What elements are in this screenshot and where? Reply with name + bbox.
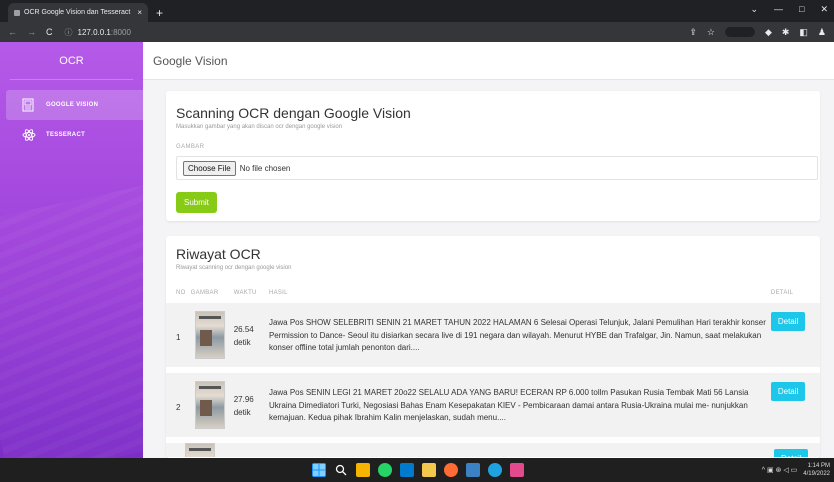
side-panel-icon[interactable]: ◧ xyxy=(799,27,808,38)
tab-search-icon[interactable]: ⌄ xyxy=(750,4,758,15)
row-detail-cell: Detail xyxy=(770,311,810,331)
forward-arrow-icon[interactable]: → xyxy=(27,27,36,37)
maximize-button[interactable]: □ xyxy=(799,4,804,15)
favicon-icon xyxy=(14,9,20,16)
pink-app-icon[interactable] xyxy=(510,463,524,477)
extension-icon[interactable]: ◆ xyxy=(765,27,772,38)
row-detail-cell: Detail xyxy=(770,381,810,401)
row-time: 26.54 detik xyxy=(234,311,269,349)
sidebar-item-tesseract[interactable]: TESSERACT xyxy=(0,120,143,150)
column-header: WAKTU xyxy=(233,290,257,296)
address-toolbar: ← → C ⓘ 127.0.0.1:8000 ⇪ ☆ ◆ ✱ ◧ ♟ xyxy=(0,22,834,42)
whatsapp-icon[interactable] xyxy=(378,463,392,477)
file-status: No file chosen xyxy=(239,163,291,173)
detail-button[interactable]: Detail xyxy=(774,449,809,457)
submit-button[interactable]: Submit xyxy=(176,192,217,213)
page-title: Google Vision xyxy=(153,53,228,68)
clock[interactable]: 1:14 PM 4/19/2022 xyxy=(803,462,830,478)
taskbar-apps xyxy=(312,463,524,477)
row-detail-cell: Detail xyxy=(774,443,814,457)
row-thumbnail-cell xyxy=(191,311,234,359)
image-icon xyxy=(22,98,36,112)
table-header: NO GAMBAR WAKTU HASIL DETAIL xyxy=(176,287,810,299)
history-card: Riwayat OCR Riwayat scanning ocr dengan … xyxy=(166,236,820,458)
edge-icon[interactable] xyxy=(488,463,502,477)
sidebar: OCR GOOGLE VISION TESSERACT xyxy=(0,42,143,458)
profile-chip[interactable] xyxy=(724,27,755,37)
choose-file-button[interactable]: Choose File xyxy=(183,160,236,176)
url-field[interactable]: ⓘ 127.0.0.1:8000 xyxy=(65,27,131,38)
account-icon[interactable]: ♟ xyxy=(818,27,826,38)
system-tray: ^ ▣ ⊛ ◁ ▭ 1:14 PM 4/19/2022 xyxy=(762,462,830,478)
tab-close-icon[interactable]: × xyxy=(137,8,142,17)
new-tab-button[interactable]: + xyxy=(156,3,163,22)
browser-actions: ⇪ ☆ ◆ ✱ ◧ ♟ xyxy=(689,27,826,38)
sidebar-item-label: TESSERACT xyxy=(46,132,86,138)
search-icon[interactable] xyxy=(334,463,348,477)
row-thumbnail-cell xyxy=(181,443,225,457)
newspaper-thumbnail[interactable] xyxy=(185,443,215,457)
file-explorer-icon[interactable] xyxy=(422,463,436,477)
window-controls: ⌄ — □ ✕ xyxy=(750,4,828,15)
detail-button[interactable]: Detail xyxy=(770,312,806,331)
browser-tab-strip: OCR Google Vision dan Tesseract × + ⌄ — … xyxy=(0,0,834,22)
url-port: :8000 xyxy=(110,27,131,37)
row-time: 27.96 detik xyxy=(234,381,269,419)
window-close-button[interactable]: ✕ xyxy=(820,4,828,15)
sidebar-item-label: GOOGLE VISION xyxy=(46,102,99,108)
sidebar-nav: GOOGLE VISION TESSERACT xyxy=(0,90,143,150)
time-unit: detik xyxy=(233,338,251,347)
vscode-icon[interactable] xyxy=(400,463,414,477)
row-result: Jawa Pos SHOW SELEBRITI SENIN 21 MARET T… xyxy=(268,318,766,352)
windows-start-icon[interactable] xyxy=(312,463,326,477)
reload-icon[interactable]: C xyxy=(46,27,53,37)
row-thumbnail-cell xyxy=(191,381,234,429)
minimize-button[interactable]: — xyxy=(774,4,783,15)
detail-button[interactable]: Detail xyxy=(770,382,806,401)
page-header: Google Vision xyxy=(143,42,834,80)
time-value: 27.96 xyxy=(233,395,254,404)
back-arrow-icon[interactable]: ← xyxy=(8,27,17,37)
form-subtitle: Masukkan gambar yang akan discan ocr den… xyxy=(176,124,343,130)
history-title: Riwayat OCR xyxy=(176,246,261,262)
share-icon[interactable]: ⇪ xyxy=(689,27,697,38)
app-icon[interactable] xyxy=(466,463,480,477)
files-app-icon[interactable] xyxy=(356,463,370,477)
form-title: Scanning OCR dengan Google Vision xyxy=(176,105,411,121)
file-input[interactable]: Choose File No file chosen xyxy=(176,156,818,180)
image-field-label: GAMBAR xyxy=(176,144,205,150)
sidebar-item-google-vision[interactable]: GOOGLE VISION xyxy=(6,90,143,120)
column-header: HASIL xyxy=(268,290,288,296)
clock-date: 4/19/2022 xyxy=(803,471,830,477)
tab-title: OCR Google Vision dan Tesseract xyxy=(24,9,131,16)
scan-form-card: Scanning OCR dengan Google Vision Masukk… xyxy=(166,91,820,221)
column-header: DETAIL xyxy=(770,290,794,296)
browser-tab[interactable]: OCR Google Vision dan Tesseract × xyxy=(8,3,148,22)
brand-title[interactable]: OCR xyxy=(10,42,133,80)
history-subtitle: Riwayat scanning ocr dengan google visio… xyxy=(176,265,292,271)
url-host: 127.0.0.1 xyxy=(77,27,111,37)
time-unit: detik xyxy=(233,408,251,417)
bookmark-star-icon[interactable]: ☆ xyxy=(707,27,715,38)
extensions-puzzle-icon[interactable]: ✱ xyxy=(782,27,790,38)
site-info-icon[interactable]: ⓘ xyxy=(65,27,73,38)
row-result: Jawa Pos SENIN LEGI 21 MARET 20o22 SELAL… xyxy=(268,388,749,422)
time-value: 26.54 xyxy=(233,325,254,334)
row-number: 2 xyxy=(176,403,181,412)
table-row: 2 27.96 detik Jawa Pos SENIN LEGI 21 MARE… xyxy=(166,373,820,437)
row-number: 1 xyxy=(176,333,181,342)
atom-icon xyxy=(22,128,36,142)
table-row: Detail xyxy=(166,443,820,457)
firefox-icon[interactable] xyxy=(444,463,458,477)
tray-icons[interactable]: ^ ▣ ⊛ ◁ ▭ xyxy=(762,466,798,474)
os-taskbar: ^ ▣ ⊛ ◁ ▭ 1:14 PM 4/19/2022 xyxy=(0,458,834,482)
column-header: NO xyxy=(176,290,186,296)
newspaper-thumbnail[interactable] xyxy=(194,311,225,359)
newspaper-thumbnail[interactable] xyxy=(194,381,225,429)
column-header: GAMBAR xyxy=(190,290,219,296)
clock-time: 1:14 PM xyxy=(807,463,830,469)
table-row: 1 26.54 detik Jawa Pos SHOW SELEBRITI SEN… xyxy=(166,303,820,367)
